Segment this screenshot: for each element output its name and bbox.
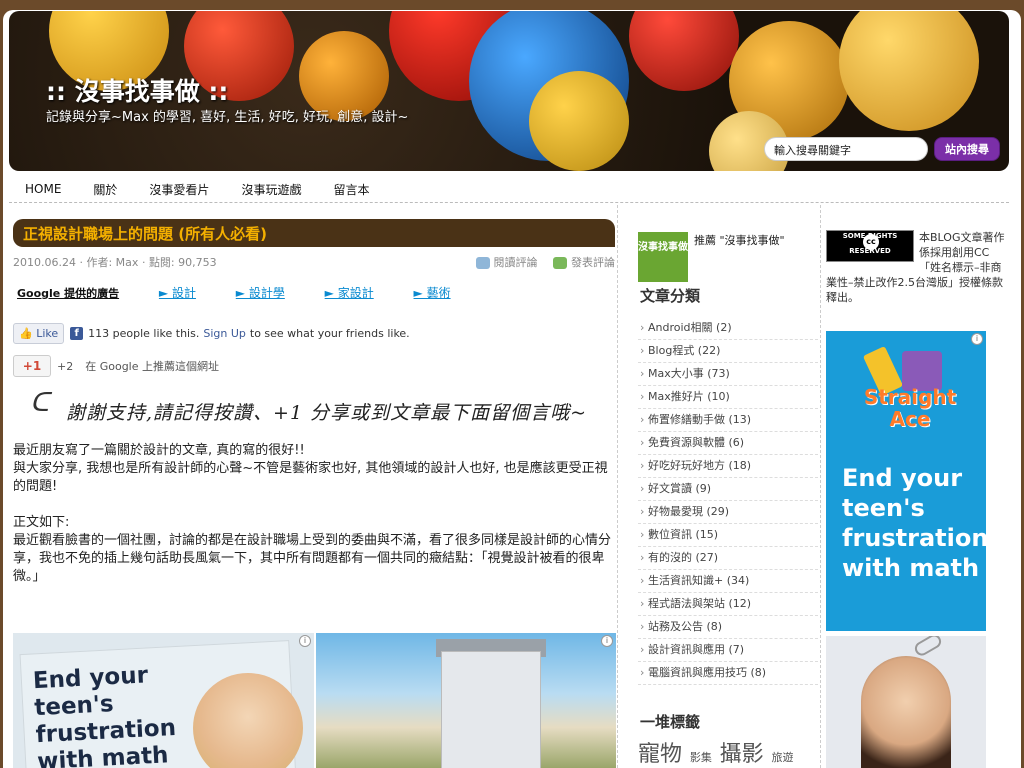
ad-link[interactable]: ► 設計 [159,286,196,300]
gplus-button[interactable]: +1 [13,355,51,377]
balloon-decoration [529,71,629,171]
category-item[interactable]: 設計資訊與應用 (7) [638,639,818,662]
post-views: 點閱: 90,753 [148,256,217,269]
ad-links-bar: Google 提供的廣告 ► 設計 ► 設計學 ► 家設計 ► 藝術 [17,284,615,302]
category-item[interactable]: Android相關 (2) [638,317,818,340]
tags-heading: 一堆標籤 [640,713,701,731]
gplus-count: +2 [57,359,74,373]
site-logo: 沒事找事做 [638,232,688,282]
content-ad-math[interactable]: End your teen's frustration with math i [13,633,314,768]
ad-link[interactable]: ► 家設計 [325,286,374,300]
cc-badge-text: SOME RIGHTS RESERVED [842,232,898,255]
cc-license: cc SOME RIGHTS RESERVED 本BLOG文章著作係採用創用CC… [826,230,1011,305]
category-item[interactable]: Max大小事 (73) [638,363,818,386]
post-author: 作者: Max [86,256,139,269]
column-divider [617,205,618,768]
body-paragraph: 最近觀看臉書的一個社團，討論的都是在設計職場上受到的委曲與不滿，看了很多同樣是設… [13,533,612,584]
category-item[interactable]: 佈置修繕動手做 (13) [638,409,818,432]
post-meta: 2010.06.24 · 作者: Max · 點閱: 90,753 閱讀評論 發… [13,256,615,269]
body-paragraph: 最近朋友寫了一篇關於設計的文章, 真的寫的很好!! [13,443,305,458]
category-item[interactable]: Blog程式 (22) [638,340,818,363]
facebook-icon: f [70,326,84,340]
ad-message: End your teen's frustration with math [842,464,986,582]
category-item[interactable]: 程式語法與架站 (12) [638,593,818,616]
handwritten-text: 謝謝支持,請記得按讚、+1 分享或到文章最下面留個言哦~ [66,402,588,424]
recommend-text[interactable]: 推薦 "沒事找事做" [694,232,785,248]
facebook-like-button[interactable]: 👍 Like [13,322,65,344]
category-item[interactable]: Max推好片 (10) [638,386,818,409]
category-item[interactable]: 數位資訊 (15) [638,524,818,547]
ad-info-icon[interactable]: i [299,635,311,647]
category-item[interactable]: 好物最愛現 (29) [638,501,818,524]
site-subtitle: 記錄與分享~Max 的學習, 喜好, 生活, 好吃, 好玩, 創意, 設計~ [46,110,409,125]
nav-movies[interactable]: 沒事愛看片 [133,181,225,198]
post-date: 2010.06.24 [13,256,76,269]
post-comment-link[interactable]: 發表評論 [553,256,615,269]
read-comments-link[interactable]: 閱讀評論 [475,256,538,269]
ad-brand: Straight Ace [863,385,957,431]
curl-icon: ᑕ [30,388,49,418]
category-item[interactable]: 生活資訊知識+ (34) [638,570,818,593]
facebook-like-row: 👍 Like f 113 people like this. Sign Up t… [13,321,410,345]
post-body: 最近朋友寫了一篇關於設計的文章, 真的寫的很好!! 與大家分享, 我想也是所有設… [13,442,613,586]
column-divider [820,205,821,768]
ad-info-icon[interactable]: i [971,333,983,345]
facebook-text: to see what your friends like. [249,326,410,340]
sidebar-ad-math[interactable]: Straight Ace End your teen's frustration… [826,331,986,631]
paperclip-icon [912,636,944,659]
category-item[interactable]: 有的沒的 (27) [638,547,818,570]
body-paragraph: 與大家分享, 我想也是所有設計師的心聲~不管是藝術家也好, 其他領域的設計人也好… [13,461,608,494]
cc-badge[interactable]: cc SOME RIGHTS RESERVED [826,230,914,262]
nav-about[interactable]: 關於 [77,181,133,198]
gplus-text: 在 Google 上推薦這個網址 [85,360,220,373]
site-title[interactable]: :: 沒事找事做 :: [46,72,228,108]
ad-link[interactable]: ► 設計學 [236,286,285,300]
category-item[interactable]: 好吃好玩好地方 (18) [638,455,818,478]
tag-link[interactable]: 旅遊 [772,751,794,764]
ad-portrait [861,656,951,768]
facebook-count: 113 people like this. [88,326,200,340]
sidebar-ad-portrait[interactable] [826,636,986,768]
recommend-widget[interactable]: 沒事找事做 推薦 "沒事找事做" [638,230,818,282]
nav-guestbook[interactable]: 留言本 [317,181,385,198]
facebook-signup-link[interactable]: Sign Up [203,327,246,340]
ad-link[interactable]: ► 藝術 [414,286,451,300]
tag-cloud: 寵物 影集 攝影 旅遊 [638,736,818,768]
category-item[interactable]: 免費資源與軟體 (6) [638,432,818,455]
nav-games[interactable]: 沒事玩遊戲 [225,181,317,198]
nav-home[interactable]: HOME [9,182,77,196]
tag-link[interactable]: 攝影 [720,742,764,767]
add-comment-icon [553,257,567,269]
category-item[interactable]: 好文賞讀 (9) [638,478,818,501]
ad-text: End your teen's frustration with math [32,662,177,768]
tag-link[interactable]: 寵物 [638,742,682,767]
category-list: Android相關 (2) Blog程式 (22) Max大小事 (73) Ma… [638,317,818,685]
balloon-decoration [839,11,979,131]
handwritten-note: ᑕ 謝謝支持,請記得按讚、+1 分享或到文章最下面留個言哦~ [30,388,615,424]
search-input[interactable]: 輸入搜尋關鍵字 [764,137,928,161]
post-title[interactable]: 正視設計職場上的問題 (所有人必看) [13,219,615,247]
search-button[interactable]: 站內搜尋 [934,137,1000,161]
ad-info-icon[interactable]: i [601,635,613,647]
categories-heading: 文章分類 [640,287,701,305]
gplus-row: +1 +2 在 Google 上推薦這個網址 [13,354,219,378]
body-paragraph: 正文如下: [13,515,70,530]
content-ad-house[interactable]: i [316,633,616,768]
tag-link[interactable]: 影集 [690,751,712,764]
category-item[interactable]: 電腦資訊與應用技巧 (8) [638,662,818,685]
house-image [441,651,541,768]
ad-label[interactable]: Google 提供的廣告 [17,287,119,300]
balloon-decoration [629,11,739,91]
main-nav: HOME 關於 沒事愛看片 沒事玩遊戲 留言本 [9,176,1009,203]
category-item[interactable]: 站務及公告 (8) [638,616,818,639]
comment-icon [475,257,490,269]
